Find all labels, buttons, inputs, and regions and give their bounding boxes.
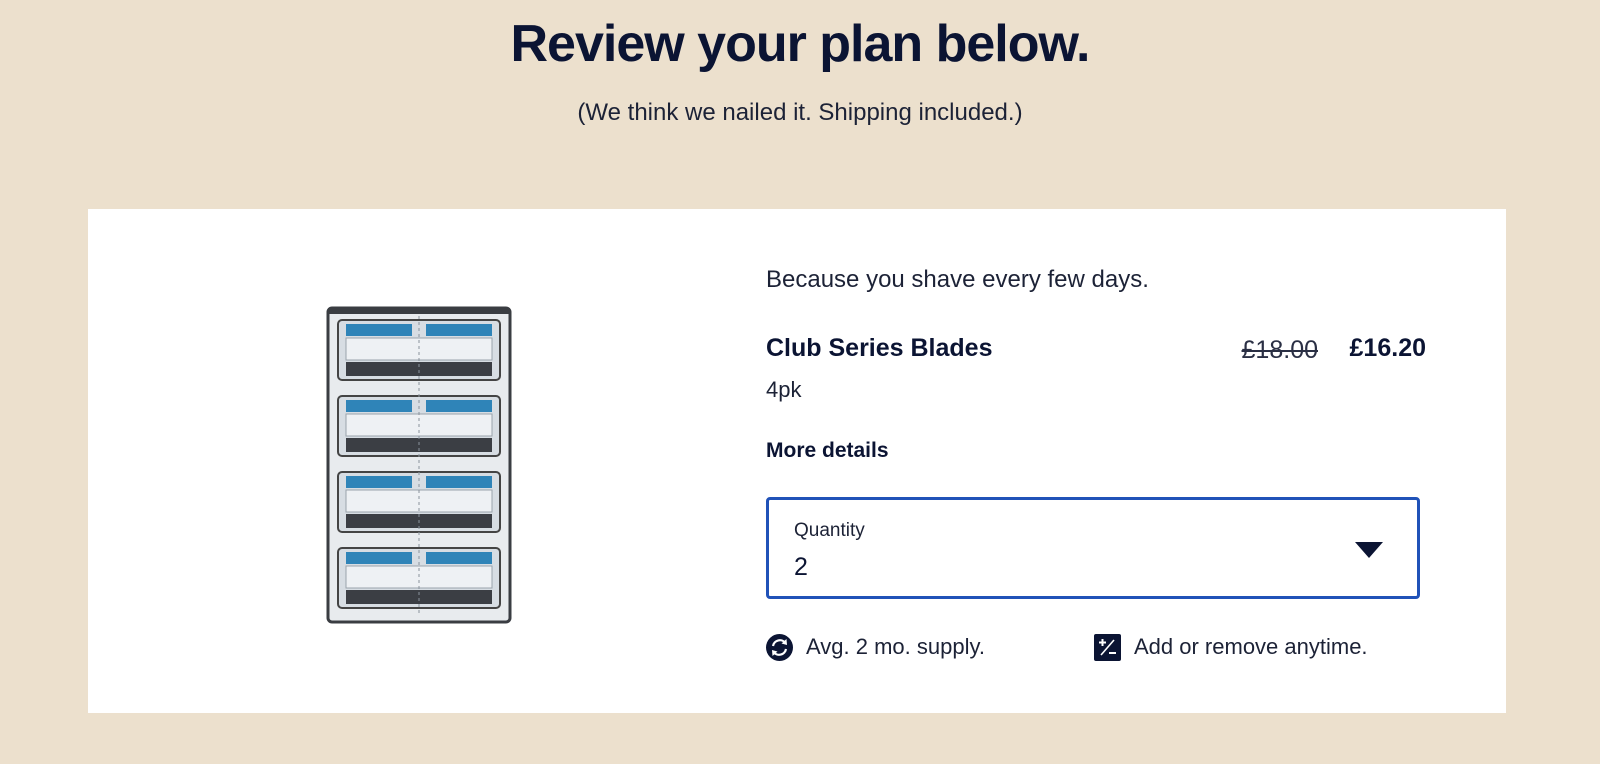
plan-card: Because you shave every few days. Club S… — [88, 209, 1506, 713]
quantity-select[interactable]: Quantity 2 — [766, 497, 1420, 599]
refresh-icon — [766, 633, 793, 661]
current-price: £16.20 — [1349, 334, 1426, 362]
product-name: Club Series Blades — [766, 334, 993, 362]
pack-size: 4pk — [766, 377, 802, 402]
page-title: Review your plan below. — [510, 15, 1091, 73]
quantity-value: 2 — [794, 553, 808, 581]
quantity-label: Quantity — [794, 520, 865, 541]
original-price: £18.00 — [1241, 336, 1318, 364]
supply-feature: Avg. 2 mo. supply. — [766, 633, 985, 661]
flexibility-feature: Add or remove anytime. — [1094, 633, 1368, 661]
supply-text: Avg. 2 mo. supply. — [806, 634, 985, 659]
chevron-down-icon — [1355, 542, 1383, 558]
plan-tagline: Because you shave every few days. — [766, 266, 1149, 293]
flexibility-text: Add or remove anytime. — [1134, 634, 1368, 659]
more-details-link[interactable]: More details — [766, 439, 889, 463]
blade-cartridge-pack-image — [326, 306, 512, 624]
page-subtitle: (We think we nailed it. Shipping include… — [577, 99, 1023, 126]
plus-minus-icon — [1094, 633, 1121, 661]
